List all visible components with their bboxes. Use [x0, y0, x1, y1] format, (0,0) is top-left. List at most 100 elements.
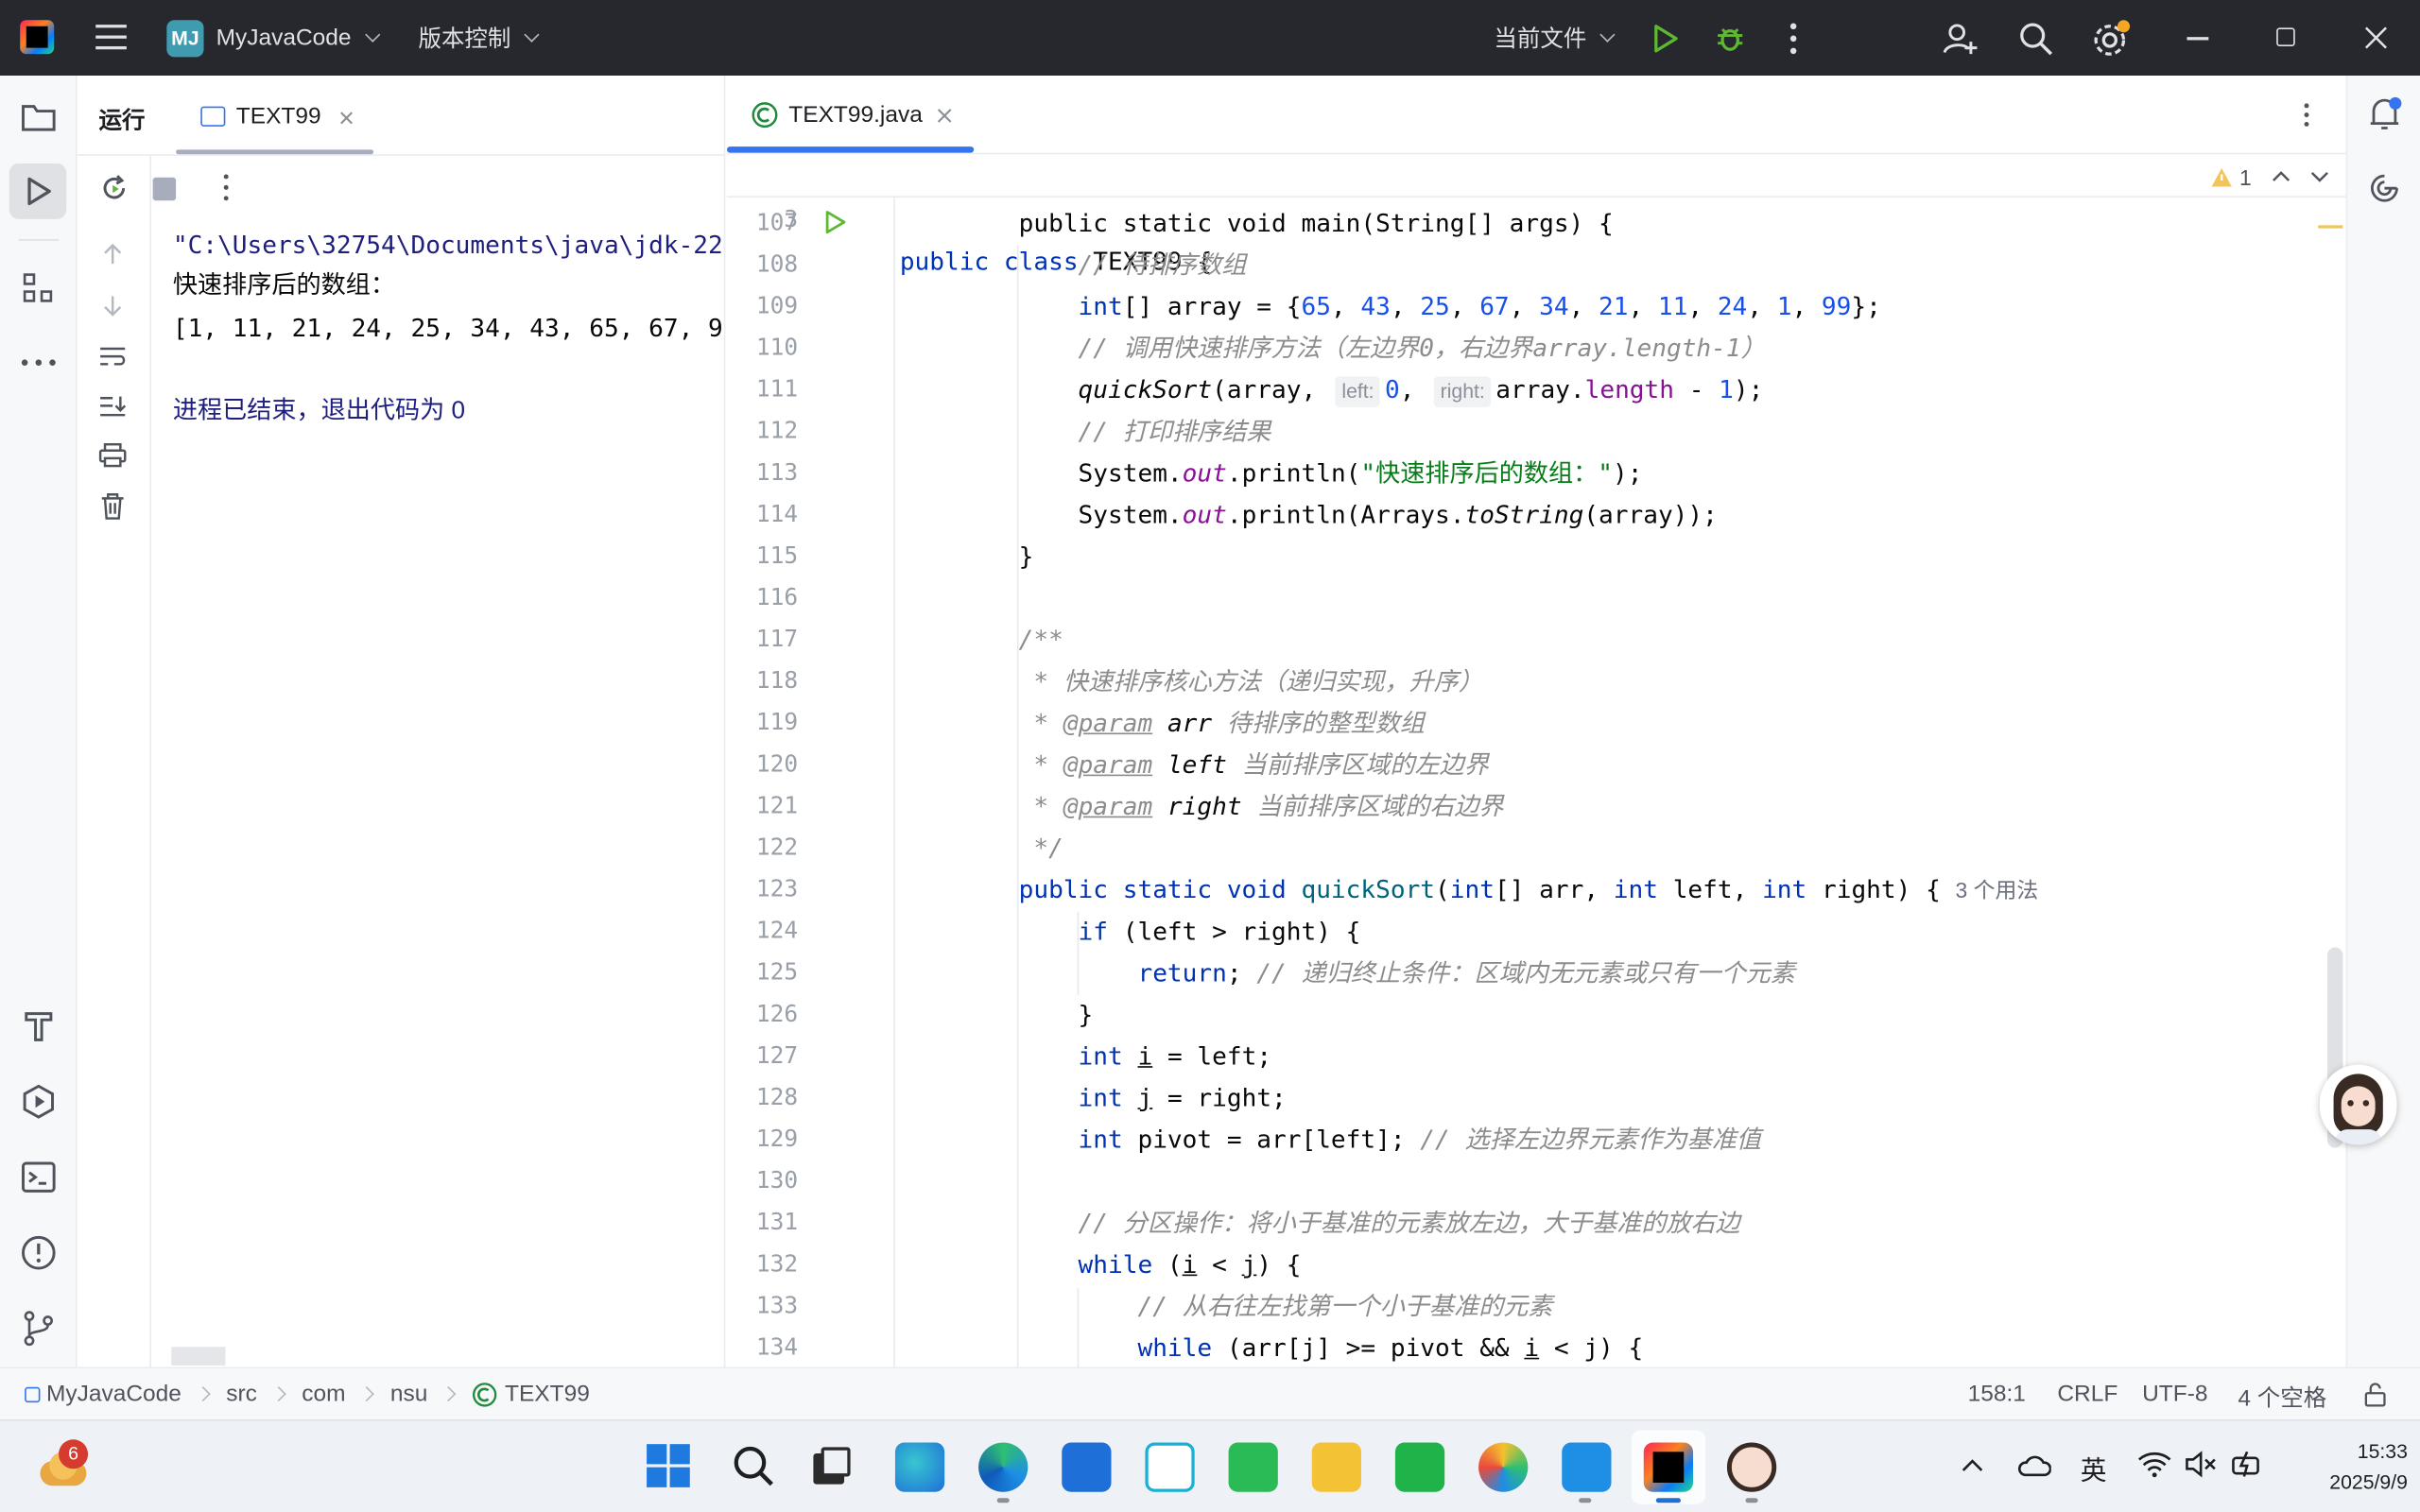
settings-gear-icon[interactable]: [2091, 19, 2131, 59]
soft-wrap-icon[interactable]: [98, 344, 126, 369]
code-line: 133 // 从右往左找第一个小于基准的元素: [755, 1291, 1553, 1321]
code-line: 128 int j = right;: [755, 1083, 1287, 1113]
usages-hint[interactable]: 3 个用法: [1956, 878, 2039, 902]
git-branch-icon[interactable]: [19, 1308, 59, 1348]
editor-more-icon[interactable]: [2304, 103, 2311, 128]
vcs-menu[interactable]: 版本控制: [418, 19, 540, 58]
start-button[interactable]: [647, 1444, 690, 1487]
project-folder-icon[interactable]: [19, 97, 59, 137]
restore-icon[interactable]: [2276, 27, 2295, 46]
iqiyi-icon[interactable]: [1394, 1442, 1445, 1492]
services-icon[interactable]: [19, 1081, 59, 1121]
arrow-up-icon[interactable]: [100, 242, 125, 266]
more-tools-icon[interactable]: [21, 359, 56, 366]
stop-icon[interactable]: [152, 177, 177, 201]
close-tab-icon[interactable]: [937, 108, 952, 123]
search-icon[interactable]: [2017, 20, 2054, 57]
lock-icon[interactable]: [2363, 1383, 2388, 1407]
project-badge: MJ: [166, 19, 204, 57]
code-line: 121 * @param right 当前排序区域的右边界: [755, 791, 1504, 821]
indent-setting[interactable]: 4 个空格: [2238, 1381, 2326, 1413]
tab-text99-run[interactable]: TEXT99: [176, 76, 374, 156]
editor-tab-label: TEXT99.java: [788, 101, 923, 129]
task-view-icon[interactable]: [813, 1447, 851, 1485]
run-panel-title: 运行: [98, 108, 146, 135]
taskbar-search-icon[interactable]: [732, 1444, 775, 1487]
breadcrumb-src[interactable]: src: [226, 1381, 257, 1407]
video-player-icon[interactable]: [1478, 1442, 1529, 1492]
breadcrumb-class[interactable]: TEXT99: [505, 1381, 590, 1407]
more-icon[interactable]: [223, 174, 231, 201]
run-tool-button[interactable]: [9, 163, 67, 219]
main-menu-icon[interactable]: [95, 25, 127, 50]
edge-browser-icon[interactable]: [978, 1442, 1028, 1492]
edge-ai-icon[interactable]: [894, 1442, 945, 1492]
code-line: 116: [755, 583, 799, 611]
debug-icon[interactable]: [1713, 22, 1747, 56]
next-highlight-icon[interactable]: [2310, 171, 2329, 183]
sticky-class-header[interactable]: 3 public class TEXT99 {: [726, 154, 2346, 276]
code-line: 107 public static void main(String[] arg…: [755, 208, 1614, 238]
terminal-icon[interactable]: [19, 1157, 59, 1196]
intellij-logo-icon[interactable]: [20, 20, 55, 55]
intellij-taskbar-active[interactable]: [1631, 1430, 1706, 1504]
onedrive-icon[interactable]: [2017, 1453, 2051, 1477]
code-area[interactable]: 107 public static void main(String[] arg…: [727, 202, 2317, 1367]
chevron-down-icon: [524, 26, 540, 43]
breadcrumb-com[interactable]: com: [302, 1381, 345, 1407]
app-v-icon[interactable]: [1145, 1442, 1195, 1492]
console-output[interactable]: "C:\Users\32754\Documents\java\jdk-22 快速…: [173, 224, 725, 1273]
battery-charging-icon[interactable]: [2230, 1449, 2264, 1480]
assistant-avatar[interactable]: [2319, 1064, 2397, 1145]
print-icon[interactable]: [98, 442, 127, 468]
weather-widget[interactable]: 6: [37, 1439, 93, 1495]
code-line: 113 System.out.println("快速排序后的数组：");: [755, 457, 1643, 488]
rerun-icon[interactable]: [98, 173, 130, 204]
avatar-app-icon[interactable]: [1726, 1442, 1777, 1492]
volume-muted-icon[interactable]: [2184, 1451, 2218, 1478]
ai-assistant-icon[interactable]: [2367, 171, 2401, 205]
minimize-icon[interactable]: [2187, 37, 2209, 40]
code-line: 124 if (left > right) {: [755, 916, 1361, 946]
ime-indicator[interactable]: 英: [2081, 1449, 2107, 1487]
close-window-icon[interactable]: [2364, 26, 2388, 49]
warning-indicator[interactable]: 1: [2210, 162, 2252, 193]
close-tab-icon[interactable]: [339, 112, 354, 126]
more-actions-icon[interactable]: [1789, 23, 1797, 55]
chevron-right-icon: [441, 1386, 457, 1402]
run-icon[interactable]: [1650, 23, 1681, 54]
problems-icon[interactable]: [19, 1232, 59, 1272]
breadcrumb-project[interactable]: MyJavaCode: [46, 1381, 182, 1407]
chevron-down-icon: [1599, 26, 1616, 43]
scroll-to-end-icon[interactable]: [98, 393, 127, 418]
show-hidden-icons[interactable]: [1962, 1458, 1983, 1472]
code-line: 123 public static void quickSort(int[] a…: [755, 874, 2039, 904]
line-separator[interactable]: CRLF: [2057, 1381, 2118, 1407]
run-toolbar: [78, 155, 229, 1367]
file-explorer-icon[interactable]: [1311, 1442, 1361, 1492]
add-user-icon[interactable]: [1942, 20, 1979, 57]
microsoft-store-icon[interactable]: [1062, 1442, 1112, 1492]
tab-text99-java[interactable]: TEXT99.java: [726, 76, 975, 154]
feishu-icon[interactable]: [1562, 1442, 1612, 1492]
code-line: 134 while (arr[j] >= pivot && i < j) {: [755, 1332, 1644, 1363]
code-line: 108 // 待排序数组: [755, 249, 1247, 280]
console-scrollbar[interactable]: [171, 1347, 226, 1366]
system-clock[interactable]: 15:33 2025/9/9: [2284, 1436, 2408, 1498]
project-switcher[interactable]: MJ MyJavaCode: [166, 19, 380, 58]
previous-highlight-icon[interactable]: [2272, 170, 2290, 182]
structure-icon[interactable]: [19, 268, 59, 308]
arrow-down-icon[interactable]: [100, 293, 125, 318]
notifications-bell-icon[interactable]: [2366, 94, 2403, 134]
breadcrumb-nsu[interactable]: nsu: [390, 1381, 427, 1407]
build-hammer-icon[interactable]: [19, 1005, 59, 1045]
caret-position[interactable]: 158:1: [1968, 1381, 2026, 1407]
intellij-taskbar-icon: [1643, 1442, 1694, 1492]
trash-icon[interactable]: [100, 492, 125, 520]
file-encoding[interactable]: UTF-8: [2142, 1381, 2207, 1407]
wifi-icon[interactable]: [2137, 1451, 2171, 1478]
wechat-icon[interactable]: [1228, 1442, 1278, 1492]
run-config-selector[interactable]: 当前文件: [1494, 19, 1616, 58]
right-tool-strip: [2345, 75, 2420, 1367]
code-line: 112 // 打印排序结果: [755, 416, 1271, 446]
